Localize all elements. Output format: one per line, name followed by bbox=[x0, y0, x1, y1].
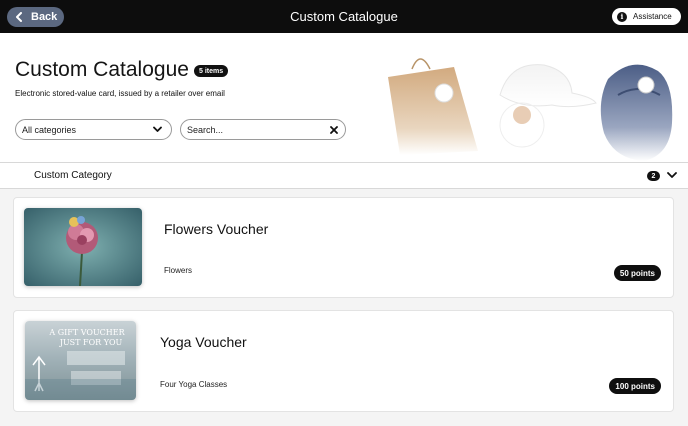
assistance-label: Assistance bbox=[633, 12, 672, 21]
voucher-thumbnail-flowers bbox=[24, 208, 142, 286]
clear-search-icon[interactable] bbox=[330, 126, 338, 134]
search-input[interactable] bbox=[187, 124, 327, 136]
page-title: Custom Catalogue bbox=[15, 58, 189, 81]
rose-image bbox=[24, 208, 142, 286]
voucher-points-badge: 100 points bbox=[609, 378, 661, 394]
category-select-value: All categories bbox=[22, 124, 77, 135]
voucher-description: Flowers bbox=[164, 266, 193, 275]
voucher-description: Four Yoga Classes bbox=[160, 380, 228, 389]
voucher-name: Flowers Voucher bbox=[164, 221, 269, 237]
window-title: Custom Catalogue bbox=[290, 9, 398, 24]
catalogue-header: Custom Catalogue 5 items Electronic stor… bbox=[0, 33, 688, 163]
info-icon: i bbox=[617, 11, 627, 22]
backpack-image bbox=[600, 64, 673, 161]
items-count-badge: 5 items bbox=[194, 65, 229, 77]
category-header-custom[interactable]: Custom Category 2 bbox=[0, 163, 688, 188]
voucher-thumbnail-yoga: A GIFT VOUCHER JUST FOR YOU bbox=[25, 321, 136, 400]
category-count-badge: 2 bbox=[647, 171, 660, 181]
cap-image bbox=[499, 64, 597, 148]
page-subtitle: Electronic stored-value card, issued by … bbox=[15, 89, 225, 98]
voucher-card-flowers[interactable]: Flowers Voucher Flowers 50 points bbox=[13, 197, 674, 298]
top-bar: Back Custom Catalogue i Assistance bbox=[0, 0, 688, 33]
yoga-voucher-image: A GIFT VOUCHER JUST FOR YOU bbox=[25, 321, 136, 400]
voucher-card-yoga[interactable]: A GIFT VOUCHER JUST FOR YOU Yoga Voucher… bbox=[13, 310, 674, 412]
assistance-button[interactable]: i Assistance bbox=[612, 8, 681, 25]
category-name: Custom Category bbox=[34, 170, 112, 181]
chevron-down-icon bbox=[153, 126, 162, 132]
yoga-thumb-text-2: JUST FOR YOU bbox=[59, 338, 123, 347]
voucher-points-badge: 50 points bbox=[613, 265, 661, 281]
chevron-down-icon[interactable] bbox=[667, 171, 677, 179]
search-field bbox=[180, 119, 346, 140]
merchandise-illustration bbox=[388, 58, 673, 161]
voucher-name: Yoga Voucher bbox=[160, 334, 247, 350]
category-select[interactable]: All categories bbox=[15, 119, 172, 140]
yoga-thumb-text-1: A GIFT VOUCHER bbox=[48, 328, 125, 337]
tote-bag-image bbox=[388, 58, 478, 155]
